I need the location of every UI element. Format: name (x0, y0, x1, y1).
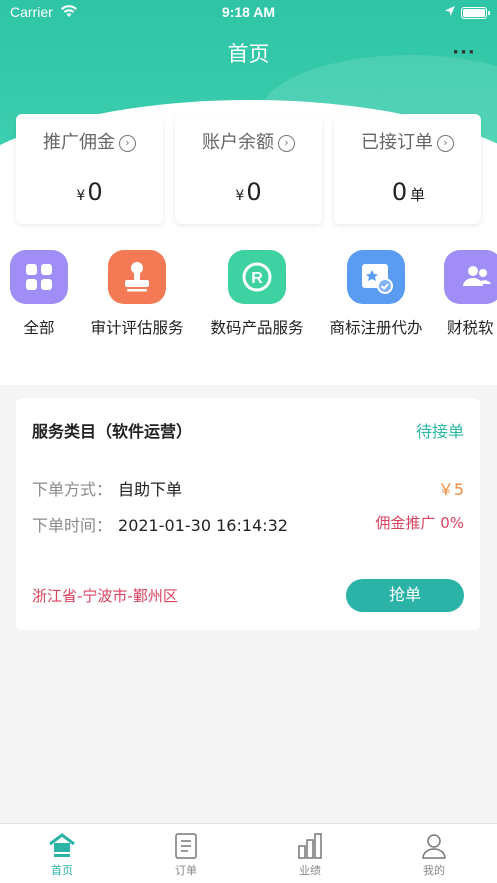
order-method-label: 下单方式： (32, 480, 113, 499)
tab-label: 业绩 (299, 864, 321, 877)
category-digital[interactable]: R 数码产品服务 (197, 250, 317, 338)
grab-order-button[interactable]: 抢单 (346, 579, 464, 612)
grid-icon (10, 250, 68, 304)
chevron-right-icon: › (437, 135, 454, 152)
category-label: 财税软 (447, 319, 494, 337)
category-label: 数码产品服务 (210, 319, 304, 337)
order-card: 服务类目（软件运营） 待接单 下单方式： 自助下单 ￥5 下单时间： 2021-01… (16, 398, 480, 630)
status-bar: Carrier 9:18 AM (0, 0, 497, 26)
order-method-value: 自助下单 (118, 480, 183, 499)
trademark-icon (347, 250, 405, 304)
order-title: 服务类目（软件运营） (32, 422, 193, 441)
users-icon (444, 250, 497, 304)
currency-symbol: ¥ (76, 188, 86, 204)
home-icon (49, 833, 75, 857)
tab-label: 首页 (51, 864, 73, 877)
order-time-value: 2021-01-30 16:14:32 (118, 516, 288, 535)
clock: 9:18 AM (221, 4, 276, 20)
category-row: 全部 审计评估服务 R 数码产品服务 商标注册代办 财税软 (0, 250, 497, 350)
stat-label: 账户余额 (202, 132, 274, 153)
order-address: 浙江省-宁波市-鄞州区 (32, 587, 178, 605)
page-title: 首页 (227, 42, 270, 66)
more-button[interactable]: ··· (450, 42, 478, 66)
order-icon (175, 833, 197, 859)
chart-icon (298, 833, 322, 859)
category-label: 审计评估服务 (90, 319, 184, 337)
tab-bar: 首页 订单 业绩 我的 (0, 823, 497, 883)
tab-orders[interactable]: 订单 (146, 832, 226, 878)
registered-icon: R (228, 250, 286, 304)
order-method-row: 下单方式： 自助下单 (32, 476, 182, 500)
stat-value: 0 (391, 178, 408, 206)
stat-card-orders[interactable]: 已接订单 › 0单 (334, 114, 481, 224)
tab-profile[interactable]: 我的 (394, 832, 474, 878)
svg-text:R: R (251, 270, 263, 287)
stat-label: 已接订单 (361, 132, 433, 153)
profile-icon (422, 834, 446, 859)
stat-label: 推广佣金 (43, 132, 115, 153)
stat-value: 0 (87, 178, 103, 206)
order-commission: 佣金推广 0% (375, 514, 464, 532)
battery-icon (461, 7, 490, 19)
tab-home[interactable]: 首页 (22, 832, 102, 878)
stat-card-balance[interactable]: 账户余额 › ¥0 (175, 114, 322, 224)
category-tax-software[interactable]: 财税软 (413, 250, 497, 338)
order-time-label: 下单时间： (32, 516, 113, 535)
tab-label: 我的 (423, 864, 445, 877)
currency-symbol: ¥ (235, 188, 245, 204)
stat-unit: 单 (410, 186, 426, 204)
location-arrow-icon (444, 5, 456, 21)
order-time-row: 下单时间： 2021-01-30 16:14:32 (32, 512, 288, 536)
chevron-right-icon: › (278, 135, 295, 152)
order-status-badge: 待接单 (415, 422, 464, 441)
category-audit[interactable]: 审计评估服务 (77, 250, 197, 338)
stat-card-commission[interactable]: 推广佣金 › ¥0 (16, 114, 163, 224)
chevron-right-icon: › (119, 135, 136, 152)
tab-label: 订单 (175, 864, 197, 877)
tab-performance[interactable]: 业绩 (270, 832, 350, 878)
order-price: ￥5 (437, 480, 464, 499)
stat-value: 0 (246, 178, 262, 206)
stamp-icon (108, 250, 166, 304)
